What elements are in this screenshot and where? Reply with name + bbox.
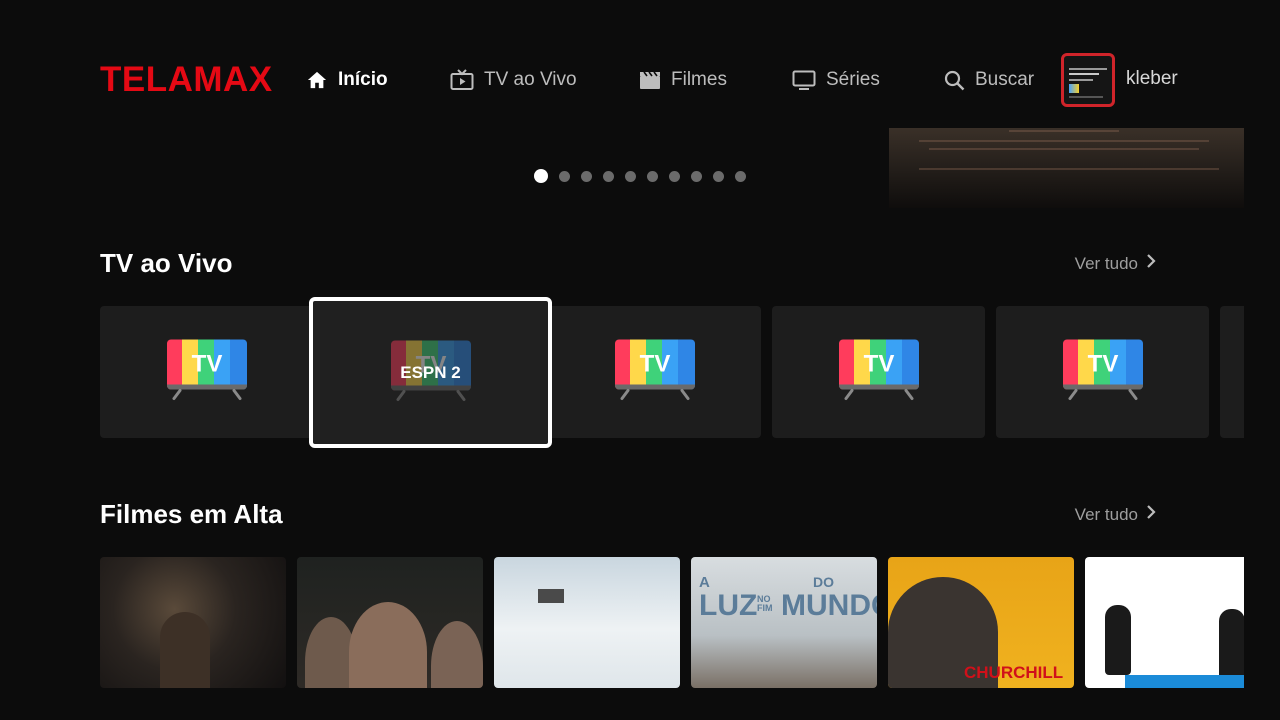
- nav-item-filmes[interactable]: Filmes: [639, 64, 727, 96]
- carousel-pagination: [534, 169, 746, 183]
- channel-card[interactable]: TV: [772, 306, 985, 438]
- channel-card-partial[interactable]: [1220, 306, 1244, 438]
- see-all-movies-button[interactable]: Ver tudo: [1075, 504, 1156, 525]
- nav-item-inicio[interactable]: Início: [306, 64, 388, 96]
- movie-poster-partial[interactable]: [1085, 557, 1244, 688]
- see-all-label: Ver tudo: [1074, 253, 1138, 273]
- search-icon: [944, 70, 965, 91]
- carousel-dot[interactable]: [647, 170, 658, 182]
- tv-placeholder-icon: TV: [614, 339, 696, 406]
- carousel-dot[interactable]: [735, 170, 746, 182]
- chevron-right-icon: [1146, 504, 1156, 525]
- carousel-dot[interactable]: [534, 169, 548, 183]
- svg-text:TV: TV: [639, 351, 670, 378]
- section-title-filmes-em-alta: Filmes em Alta: [100, 499, 283, 529]
- nav-item-buscar[interactable]: Buscar: [944, 64, 1034, 96]
- movie-poster[interactable]: [100, 557, 286, 688]
- movie-poster[interactable]: [297, 557, 483, 688]
- movie-poster[interactable]: A LUZ NO FIM DO MUNDO: [691, 557, 877, 688]
- channel-card[interactable]: TV: [548, 306, 761, 438]
- app-logo: TELAMAX: [100, 60, 273, 99]
- channel-card[interactable]: TV: [100, 306, 313, 438]
- nav-item-series[interactable]: Séries: [792, 64, 880, 96]
- carousel-dot[interactable]: [669, 170, 680, 182]
- svg-text:TV: TV: [863, 351, 894, 378]
- nav-label: Início: [338, 69, 388, 90]
- movie-clapper-icon: [639, 70, 661, 90]
- profile-avatar[interactable]: [1061, 53, 1115, 107]
- chevron-right-icon: [1146, 253, 1156, 274]
- carousel-dot[interactable]: [603, 170, 614, 182]
- nav-item-tv-ao-vivo[interactable]: TV ao Vivo: [450, 64, 577, 96]
- monitor-icon: [792, 70, 816, 90]
- channel-card[interactable]: TV: [996, 306, 1209, 438]
- tv-placeholder-icon: TV: [1062, 339, 1144, 406]
- profile-username[interactable]: kleber: [1126, 68, 1178, 90]
- home-icon: [306, 70, 328, 90]
- channel-card-focused[interactable]: TV ESPN 2: [309, 297, 552, 448]
- featured-banner-image: [889, 128, 1244, 208]
- see-all-label: Ver tudo: [1074, 504, 1138, 524]
- tv-placeholder-icon: TV: [166, 339, 248, 406]
- svg-text:TV: TV: [1087, 351, 1118, 378]
- tv-placeholder-icon: TV: [838, 339, 920, 406]
- movie-poster[interactable]: CHURCHILL: [888, 557, 1074, 688]
- nav-label: Filmes: [671, 69, 727, 90]
- carousel-dot[interactable]: [713, 170, 724, 182]
- carousel-dot[interactable]: [691, 170, 702, 182]
- live-tv-icon: [450, 69, 474, 91]
- channel-name: ESPN 2: [400, 362, 461, 382]
- nav-label: Séries: [826, 69, 880, 90]
- see-all-tv-button[interactable]: Ver tudo: [1075, 253, 1156, 274]
- svg-text:TV: TV: [191, 351, 222, 378]
- nav-label: TV ao Vivo: [484, 69, 577, 90]
- movie-poster[interactable]: [494, 557, 680, 688]
- nav-label: Buscar: [975, 69, 1035, 90]
- section-title-tv-ao-vivo: TV ao Vivo: [100, 248, 233, 278]
- carousel-dot[interactable]: [559, 170, 570, 182]
- carousel-dot[interactable]: [625, 170, 636, 182]
- carousel-dot[interactable]: [581, 170, 592, 182]
